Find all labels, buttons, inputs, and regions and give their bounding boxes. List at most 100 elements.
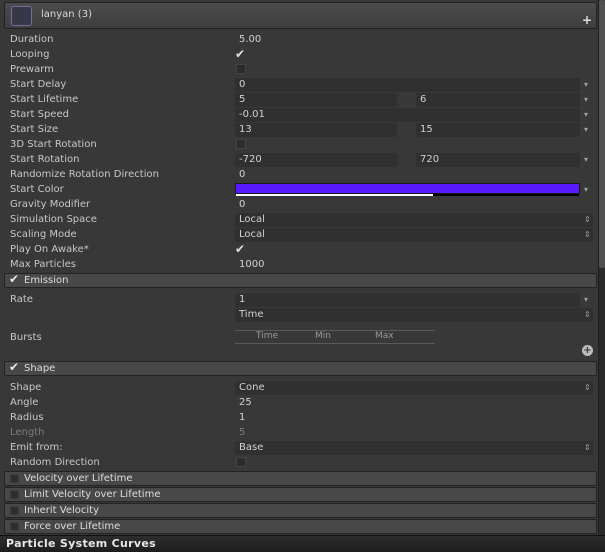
start-rotation-row: Start Rotation -720 720 ▾ <box>0 153 598 168</box>
rate-field[interactable]: 1 <box>235 293 580 307</box>
shape-module-header[interactable]: ✔ Shape <box>4 360 597 376</box>
shape-type-row: Shape Cone ⇕ <box>0 381 598 396</box>
start-speed-mode-icon[interactable]: ▾ <box>584 108 588 122</box>
start-lifetime-min-field[interactable]: 5 <box>235 93 397 107</box>
rate-mode-icon[interactable]: ▾ <box>584 293 588 307</box>
rate-mode-updown-icon[interactable]: ⇕ <box>584 308 591 322</box>
bursts-column-max: Max <box>375 331 394 341</box>
random-direction-checkbox[interactable] <box>236 457 246 467</box>
duration-row: Duration 5.00 <box>0 33 598 48</box>
start-delay-field[interactable]: 0 <box>235 78 580 92</box>
emit-from-updown-icon[interactable]: ⇕ <box>584 441 591 455</box>
max-particles-field[interactable]: 1000 <box>235 258 580 272</box>
start-size-label: Start Size <box>10 124 59 135</box>
start-lifetime-max-field[interactable]: 6 <box>416 93 580 107</box>
start-rotation-label: Start Rotation <box>10 154 80 165</box>
start-lifetime-mode-icon[interactable]: ▾ <box>584 93 588 107</box>
random-direction-row: Random Direction <box>0 456 598 471</box>
simulation-space-updown-icon[interactable]: ⇕ <box>584 213 591 227</box>
shape-title: Shape <box>24 363 56 374</box>
shape-type-dropdown[interactable]: Cone <box>235 381 593 395</box>
start-rotation-mode-icon[interactable]: ▾ <box>584 153 588 167</box>
start-3d-rotation-checkbox[interactable] <box>236 139 246 149</box>
duration-label: Duration <box>10 34 54 45</box>
play-on-awake-checkbox[interactable]: ✔ <box>235 242 245 256</box>
start-color-mode-icon[interactable]: ▾ <box>584 183 588 197</box>
start-size-mode-icon[interactable]: ▾ <box>584 123 588 137</box>
prewarm-row: Prewarm <box>0 63 598 78</box>
play-on-awake-row: Play On Awake* ✔ <box>0 242 598 258</box>
particle-system-curves-bar[interactable]: Particle System Curves <box>0 535 605 552</box>
shape-enabled-checkbox[interactable]: ✔ <box>9 360 19 374</box>
emit-from-dropdown[interactable]: Base <box>235 441 593 455</box>
rate-mode-dropdown[interactable]: Time <box>235 308 593 322</box>
scaling-mode-updown-icon[interactable]: ⇕ <box>584 228 591 242</box>
force-over-lifetime-title: Force over Lifetime <box>24 521 121 532</box>
play-on-awake-label: Play On Awake* <box>10 244 89 255</box>
radius-field[interactable]: 1 <box>235 411 580 425</box>
particle-system-header[interactable]: lanyan (3) + <box>4 2 597 29</box>
emission-enabled-checkbox[interactable]: ✔ <box>9 272 19 286</box>
length-row: Length 5 <box>0 426 598 441</box>
velocity-over-lifetime-checkbox[interactable] <box>10 474 19 483</box>
start-size-min-field[interactable]: 13 <box>235 123 397 137</box>
add-burst-icon[interactable]: + <box>582 345 593 356</box>
radius-row: Radius 1 <box>0 411 598 426</box>
duration-field[interactable]: 5.00 <box>235 33 580 47</box>
gravity-field[interactable]: 0 <box>235 198 580 212</box>
particle-system-inspector: lanyan (3) + Duration 5.00 Looping ✔ Pre… <box>0 0 599 535</box>
shape-type-updown-icon[interactable]: ⇕ <box>584 381 591 395</box>
start-delay-mode-icon[interactable]: ▾ <box>584 78 588 92</box>
gravity-label: Gravity Modifier <box>10 199 91 210</box>
start-delay-label: Start Delay <box>10 79 67 90</box>
bursts-column-time: Time <box>256 331 279 341</box>
inherit-velocity-checkbox[interactable] <box>10 506 19 515</box>
simulation-space-label: Simulation Space <box>10 214 97 225</box>
scaling-mode-dropdown[interactable]: Local <box>235 228 593 242</box>
limit-velocity-over-lifetime-header[interactable]: Limit Velocity over Lifetime <box>4 487 597 502</box>
prewarm-label: Prewarm <box>10 64 54 75</box>
rate-mode-row: Time ⇕ <box>0 308 598 323</box>
prewarm-checkbox[interactable] <box>236 64 246 74</box>
start-color-label: Start Color <box>10 184 64 195</box>
scrollbar-thumb[interactable] <box>599 0 605 268</box>
limit-velocity-over-lifetime-checkbox[interactable] <box>10 490 19 499</box>
add-module-icon[interactable]: + <box>582 13 592 27</box>
start-3d-rotation-label: 3D Start Rotation <box>10 139 97 150</box>
start-color-swatch[interactable] <box>235 183 580 196</box>
force-over-lifetime-header[interactable]: Force over Lifetime <box>4 519 597 534</box>
start-speed-row: Start Speed -0.01 ▾ <box>0 108 598 123</box>
randomize-rotation-label: Randomize Rotation Direction <box>10 169 159 180</box>
force-over-lifetime-checkbox[interactable] <box>10 522 19 531</box>
scaling-mode-label: Scaling Mode <box>10 229 77 240</box>
alpha-bar-remainder <box>433 194 579 196</box>
emission-module-header[interactable]: ✔ Emission <box>4 272 597 288</box>
angle-field[interactable]: 25 <box>235 396 580 410</box>
rate-label: Rate <box>10 294 33 305</box>
randomize-rotation-field[interactable]: 0 <box>235 168 580 182</box>
bursts-column-min: Min <box>315 331 331 341</box>
start-rotation-min-field[interactable]: -720 <box>235 153 397 167</box>
inherit-velocity-header[interactable]: Inherit Velocity <box>4 503 597 518</box>
randomize-rotation-row: Randomize Rotation Direction 0 <box>0 168 598 183</box>
start-size-max-field[interactable]: 15 <box>416 123 580 137</box>
velocity-over-lifetime-header[interactable]: Velocity over Lifetime <box>4 471 597 486</box>
start-rotation-max-field[interactable]: 720 <box>416 153 580 167</box>
particle-system-name: lanyan (3) <box>41 9 92 20</box>
emit-from-label: Emit from: <box>10 442 63 453</box>
start-delay-row: Start Delay 0 ▾ <box>0 78 598 93</box>
vertical-scrollbar[interactable] <box>599 0 605 535</box>
particle-system-curves-title: Particle System Curves <box>6 537 156 550</box>
start-lifetime-row: Start Lifetime 5 6 ▾ <box>0 93 598 108</box>
scaling-mode-row: Scaling Mode Local ⇕ <box>0 228 598 243</box>
particle-system-icon <box>11 6 32 26</box>
length-field: 5 <box>239 427 246 438</box>
simulation-space-dropdown[interactable]: Local <box>235 213 593 227</box>
looping-label: Looping <box>10 49 50 60</box>
angle-row: Angle 25 <box>0 396 598 411</box>
start-speed-field[interactable]: -0.01 <box>235 108 580 122</box>
looping-checkbox[interactable]: ✔ <box>235 47 245 61</box>
start-lifetime-label: Start Lifetime <box>10 94 79 105</box>
start-size-row: Start Size 13 15 ▾ <box>0 123 598 138</box>
bursts-label: Bursts <box>10 332 42 343</box>
